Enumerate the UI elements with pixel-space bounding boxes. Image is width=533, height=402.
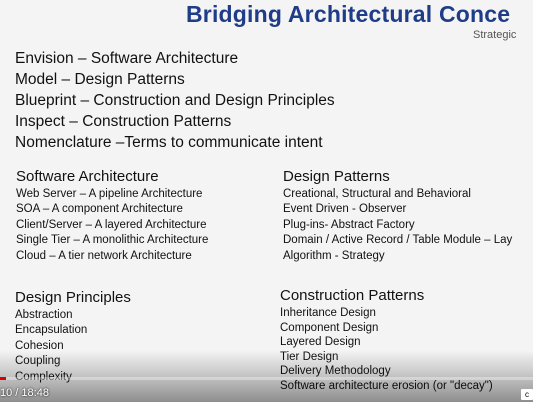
section-item: Cloud – A tier network Architecture [16, 249, 192, 262]
intro-line: Envision – Software Architecture [15, 50, 239, 67]
presentation-slide: Bridging Architectural Conce Strategic E… [0, 0, 533, 402]
section-item: Abstraction [15, 309, 73, 321]
section-item: Software architecture erosion (or "decay… [280, 379, 493, 392]
section-item: Creational, Structural and Behavioral [283, 188, 471, 200]
slide-title: Bridging Architectural Conce [186, 1, 511, 27]
section-item: Coupling [15, 355, 61, 368]
section-item: Single Tier – A monolithic Architecture [16, 234, 209, 247]
section-item: Domain / Active Record / Table Module – … [283, 234, 513, 247]
section-item: Event Driven - Observer [283, 203, 407, 216]
intro-line: Blueprint – Construction and Design Prin… [15, 92, 335, 109]
section-item: SOA – A component Architecture [16, 203, 183, 216]
intro-line: Nomenclature –Terms to communicate inten… [15, 134, 323, 151]
section-heading: Design Patterns [283, 168, 390, 185]
section-heading: Design Principles [15, 289, 131, 306]
design-principles-section: Design Principles Abstraction Encapsulat… [15, 288, 131, 385]
section-item: Tier Design [280, 350, 339, 363]
section-item: Component Design [280, 321, 379, 334]
section-item: Encapsulation [15, 324, 88, 337]
section-item: Cohesion [15, 339, 64, 352]
intro-list: Envision – Software Architecture Model –… [15, 48, 335, 153]
section-heading: Software Architecture [16, 168, 159, 185]
section-item: Client/Server – A layered Architecture [16, 218, 207, 231]
video-progress-bar[interactable] [0, 377, 533, 380]
section-item: Layered Design [280, 336, 361, 349]
section-item: Plug-ins- Abstract Factory [283, 218, 415, 231]
time-display: 10 / 18:48 [0, 387, 49, 399]
slide-subtitle: Strategic [473, 29, 517, 41]
section-item: Algorithm - Strategy [283, 249, 385, 262]
intro-line: Model – Design Patterns [15, 71, 185, 88]
software-architecture-section: Software Architecture Web Server – A pip… [16, 167, 208, 264]
video-progress-fill [0, 377, 6, 380]
section-item: Web Server – A pipeline Architecture [16, 188, 203, 200]
design-patterns-section: Design Patterns Creational, Structural a… [283, 167, 512, 264]
section-item: Inheritance Design [280, 307, 376, 319]
section-heading: Construction Patterns [280, 287, 425, 304]
captions-button[interactable]: c [521, 389, 533, 400]
intro-line: Inspect – Construction Patterns [15, 113, 232, 130]
